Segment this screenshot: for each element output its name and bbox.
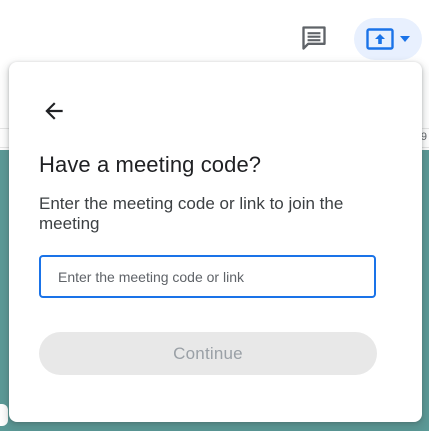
comment-icon[interactable] (300, 24, 328, 52)
arrow-back-icon (45, 102, 63, 120)
present-button[interactable] (354, 18, 422, 60)
dialog-title: Have a meeting code? (39, 152, 262, 177)
dialog-description: Enter the meeting code or link to join t… (39, 194, 344, 233)
back-button[interactable] (37, 94, 71, 128)
page-edge (0, 404, 8, 426)
caret-down-icon (400, 36, 410, 42)
join-meeting-dialog: Have a meeting code? Enter the meeting c… (9, 62, 422, 422)
present-to-all-icon (366, 28, 394, 50)
meeting-code-input[interactable] (39, 255, 376, 298)
continue-button[interactable]: Continue (39, 332, 377, 375)
